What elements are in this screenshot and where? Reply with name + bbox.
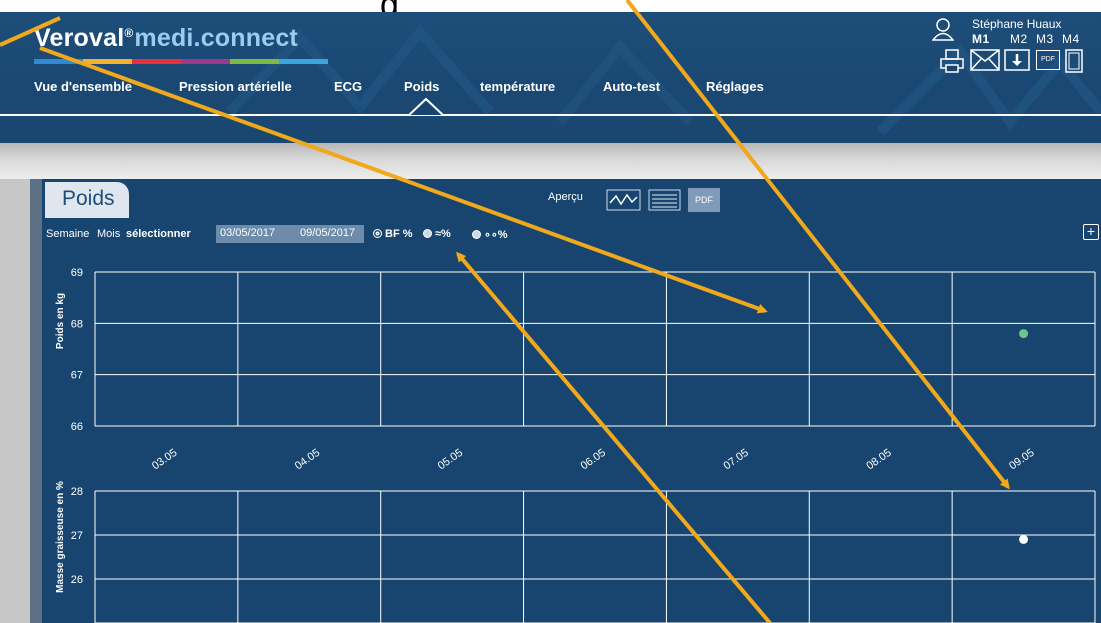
y-tick-label: 68	[71, 318, 83, 330]
x-tick-label: 03.05	[150, 447, 179, 473]
x-tick-label: 05.05	[436, 447, 465, 473]
weight-data-point	[1019, 329, 1029, 339]
body-fat-data-point	[1019, 534, 1029, 544]
x-tick-label: 04.05	[293, 447, 322, 473]
x-tick-label: 09.05	[1007, 447, 1036, 473]
y-tick-label: 67	[71, 370, 83, 382]
app-window: g Veroval®medi.connect Vue d'ensemble Pr…	[0, 0, 1101, 623]
y-axis-label: Masse graisseuse en %	[55, 481, 66, 593]
y-axis-label: Poids en kg	[55, 293, 66, 349]
y-tick-label: 66	[71, 421, 83, 433]
y-tick-label: 26	[71, 574, 83, 586]
y-tick-label: 28	[71, 486, 83, 498]
y-tick-label: 27	[71, 530, 83, 542]
y-tick-label: 69	[71, 267, 83, 279]
x-tick-label: 06.05	[579, 447, 608, 473]
x-tick-label: 07.05	[721, 447, 750, 473]
x-tick-label: 08.05	[864, 447, 893, 473]
weight-charts: 69 68 67 66 Poids en kg 03.05 04.05 05.05 06.05 0…	[55, 267, 1096, 623]
